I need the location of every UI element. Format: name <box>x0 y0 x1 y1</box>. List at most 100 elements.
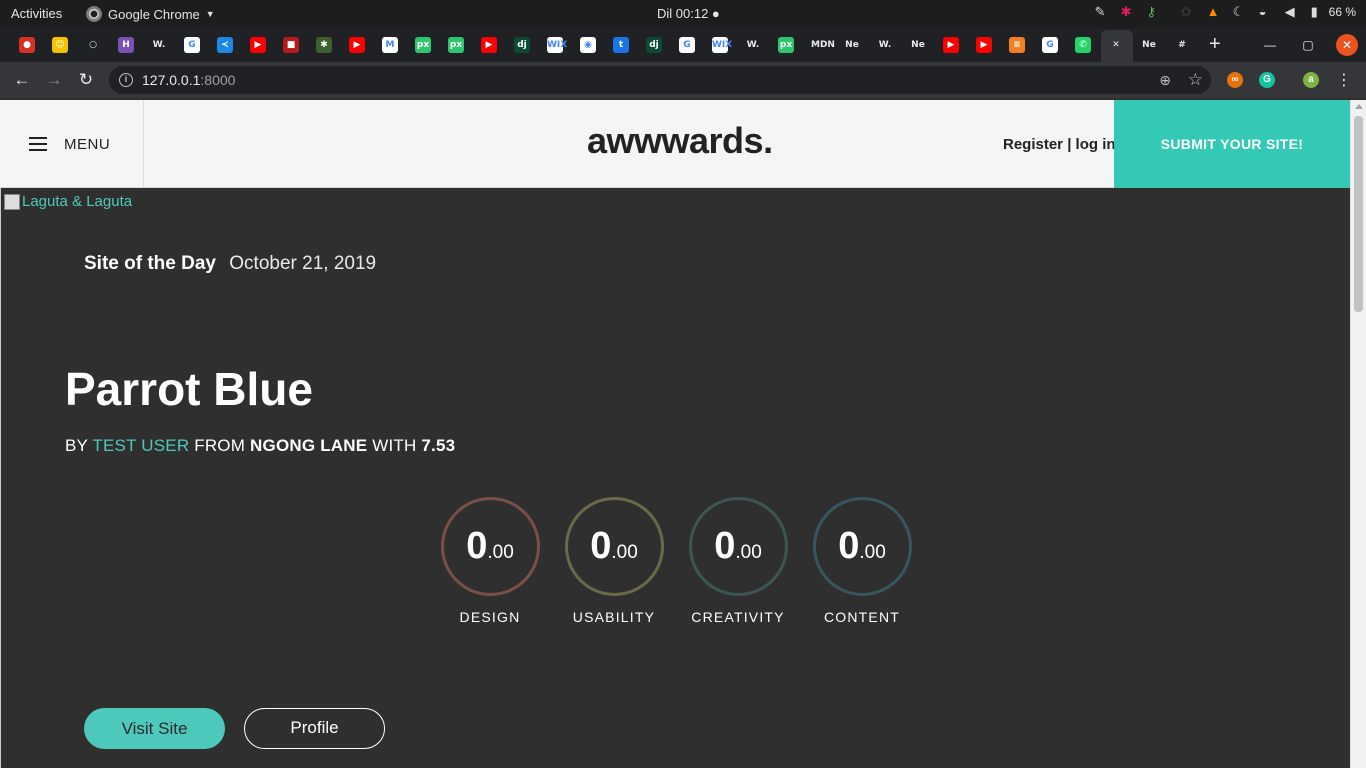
byline-with: WITH <box>372 436 417 455</box>
system-tray[interactable]: ✎ ✱ ⚷ ✿ ▲ ☾ ◒ ◀ ▮ 66 % <box>1095 4 1356 20</box>
rating-label: DESIGN <box>459 609 521 625</box>
battery-level: 66 % <box>1328 5 1356 19</box>
hero-image-alt: Laguta & Laguta <box>22 193 133 210</box>
window-controls: — ▢ ✕ <box>1260 34 1358 56</box>
tumblr-icon[interactable]: t <box>613 37 629 53</box>
night-light-icon[interactable]: ☾ <box>1233 4 1249 20</box>
page-viewport: MENU awwwards. Register | log in SUBMIT … <box>0 100 1350 768</box>
scroll-up-icon[interactable] <box>1355 104 1363 109</box>
byline-from: FROM <box>194 436 246 455</box>
close-tab-icon[interactable]: ✕ <box>1108 37 1124 53</box>
wikipedia-icon[interactable]: W. <box>877 37 893 53</box>
slack-tray-icon[interactable]: ✱ <box>1121 4 1137 20</box>
clock[interactable]: Dil 00:12 ● <box>657 6 720 21</box>
youtube-icon[interactable]: ▶ <box>349 37 365 53</box>
youtube-icon[interactable]: ▶ <box>250 37 266 53</box>
vlc-icon[interactable]: ▲ <box>1207 4 1223 20</box>
submit-site-button[interactable]: SUBMIT YOUR SITE! <box>1114 100 1350 188</box>
author-link[interactable]: TEST USER <box>92 436 189 455</box>
netflix-tab-icon[interactable]: Ne <box>910 37 926 53</box>
netflix-tab-icon[interactable]: Ne <box>1141 37 1157 53</box>
scrollbar-thumb[interactable] <box>1354 116 1363 312</box>
sotd-date: October 21, 2019 <box>229 253 377 274</box>
rating-label: CONTENT <box>823 609 901 625</box>
wikipedia-icon[interactable]: W. <box>151 37 167 53</box>
tomato-icon[interactable]: ● <box>19 37 35 53</box>
bookmark-star-icon[interactable]: ☆ <box>1188 70 1203 90</box>
site-title: Parrot Blue <box>65 363 313 415</box>
site-header: MENU awwwards. Register | log in SUBMIT … <box>0 100 1350 188</box>
tab-strip: + — ▢ ✕ ● ☺ ○ H W. G ≺ ▶ ■ ✱ ▶ Mpx px ▶ dj WIX ◉ t dj G WIX W… <box>0 28 1366 62</box>
address-bar[interactable]: i 127.0.0.1:8000 ⊕ ☆ <box>109 66 1211 94</box>
google-icon[interactable]: G <box>184 37 200 53</box>
wix-icon[interactable]: WIX <box>712 37 732 53</box>
profile-avatar[interactable]: a <box>1303 72 1319 88</box>
gmail-icon[interactable]: M <box>382 37 398 53</box>
flower-icon[interactable]: ✿ <box>1181 4 1197 20</box>
wix-icon[interactable]: WIX <box>547 37 567 53</box>
hamburger-icon[interactable] <box>29 137 47 151</box>
google-icon[interactable]: G <box>1042 37 1058 53</box>
page-scrollbar[interactable] <box>1350 100 1366 768</box>
register-login-link[interactable]: Register | log in <box>1003 136 1116 153</box>
red-square-icon[interactable]: ■ <box>283 37 299 53</box>
visit-site-button[interactable]: Visit Site <box>84 708 225 749</box>
new-tab-button[interactable]: + <box>1209 33 1221 56</box>
wifi-icon[interactable]: ◒ <box>1259 4 1275 20</box>
rating-label: CREATIVITY <box>691 609 785 625</box>
noodles-icon[interactable]: ☺ <box>52 37 68 53</box>
extension-infinity-icon[interactable]: ∞ <box>1227 72 1243 88</box>
forward-arrow-icon[interactable]: → <box>44 70 64 90</box>
reload-icon[interactable]: ↻ <box>76 70 96 90</box>
globe-icon[interactable]: ◉ <box>580 37 596 53</box>
heroku-icon[interactable]: H <box>118 37 134 53</box>
rating-ring: 0.00 <box>564 497 664 596</box>
youtube-icon[interactable]: ▶ <box>943 37 959 53</box>
menu-toggle[interactable]: MENU <box>0 100 144 188</box>
app-menu[interactable]: Google Chrome ▼ <box>86 6 215 22</box>
youtube-icon[interactable]: ▶ <box>976 37 992 53</box>
vscode-icon[interactable]: ≺ <box>217 37 233 53</box>
battery-icon[interactable]: ▮ <box>1311 4 1319 20</box>
whatsapp-icon[interactable]: ✆ <box>1075 37 1091 53</box>
chevron-down-icon: ▼ <box>205 9 215 19</box>
pixabay-icon[interactable]: px <box>448 37 464 53</box>
rating-usability: 0.00 USABILITY <box>564 497 664 625</box>
zoom-icon[interactable]: ⊕ <box>1159 72 1171 89</box>
profile-button[interactable]: Profile <box>244 708 385 749</box>
netflix-tab-icon[interactable]: Ne <box>844 37 860 53</box>
stackoverflow-icon[interactable]: ≡ <box>1009 37 1025 53</box>
byline-by: BY <box>65 436 88 455</box>
google-icon[interactable]: G <box>679 37 695 53</box>
minimize-icon[interactable]: — <box>1260 38 1280 52</box>
wikipedia-icon[interactable]: W. <box>745 37 761 53</box>
key-icon[interactable]: ⚷ <box>1147 4 1171 20</box>
url-text[interactable]: 127.0.0.1:8000 <box>142 72 235 88</box>
slack-icon[interactable]: # <box>1174 37 1190 53</box>
window-close-icon[interactable]: ✕ <box>1336 34 1358 56</box>
pixabay-icon[interactable]: px <box>415 37 431 53</box>
activities-button[interactable]: Activities <box>11 6 62 21</box>
mdn-icon[interactable]: MDN <box>811 37 835 53</box>
overall-score: 7.53 <box>421 436 456 455</box>
sotd-label: Site of the Day <box>84 253 216 274</box>
awwwards-logo[interactable]: awwwards. <box>587 120 773 162</box>
back-arrow-icon[interactable]: ← <box>12 70 32 90</box>
youtube-icon[interactable]: ▶ <box>481 37 497 53</box>
tree-icon[interactable]: ✱ <box>316 37 332 53</box>
pencil-icon[interactable]: ✎ <box>1095 4 1111 20</box>
pixabay-icon[interactable]: px <box>778 37 794 53</box>
chrome-icon <box>86 6 102 22</box>
maximize-icon[interactable]: ▢ <box>1298 38 1318 52</box>
django-icon[interactable]: dj <box>646 37 662 53</box>
broken-image-icon <box>4 193 20 210</box>
browser-toolbar: ← → ↻ i 127.0.0.1:8000 ⊕ ☆ ∞ G a ⋮ <box>0 62 1366 98</box>
grammarly-icon[interactable]: G <box>1259 72 1275 88</box>
chrome-menu-icon[interactable]: ⋮ <box>1336 70 1352 90</box>
volume-icon[interactable]: ◀ <box>1285 4 1301 20</box>
rating-ring: 0.00 <box>812 497 912 596</box>
github-icon[interactable]: ○ <box>85 37 101 53</box>
site-info-icon[interactable]: i <box>119 73 133 87</box>
django-icon[interactable]: dj <box>514 37 530 53</box>
menu-label[interactable]: MENU <box>64 136 110 153</box>
